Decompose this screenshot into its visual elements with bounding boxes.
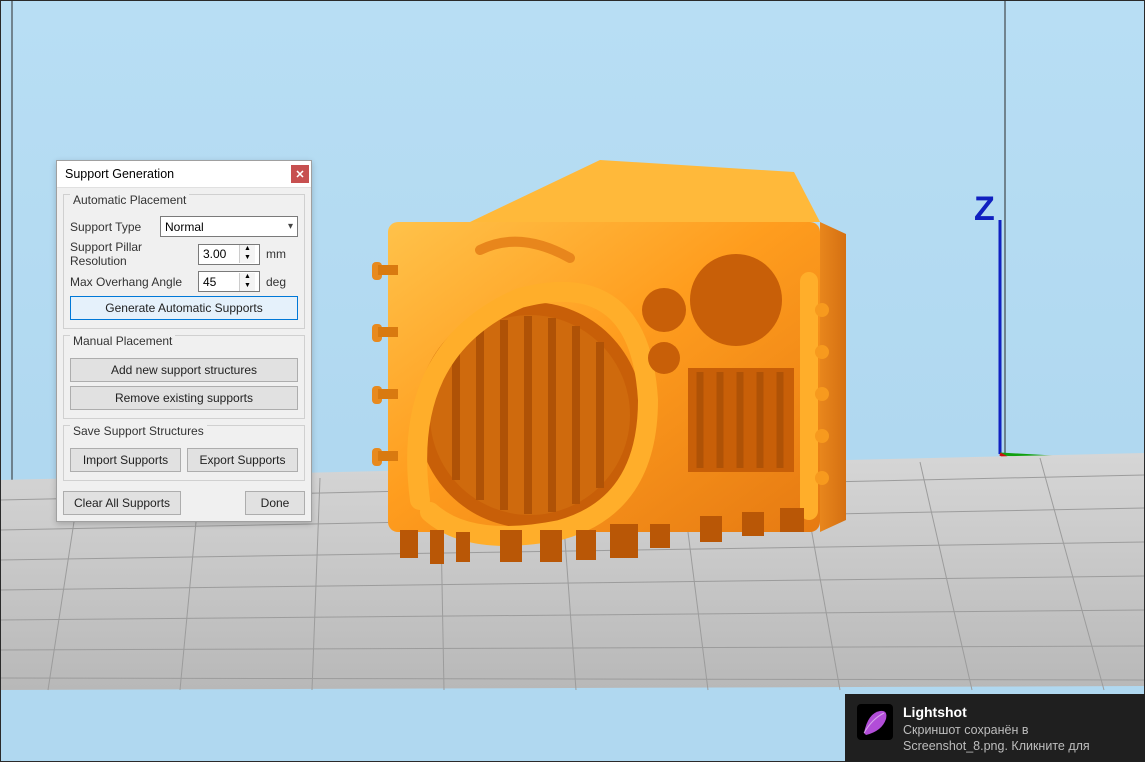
lightshot-icon [857, 704, 893, 740]
manual-placement-group: Manual Placement Add new support structu… [63, 335, 305, 419]
automatic-placement-group: Automatic Placement Support Type Normal … [63, 194, 305, 329]
spin-down-icon[interactable]: ▼ [239, 254, 255, 263]
group-title-manual: Manual Placement [70, 334, 175, 348]
dialog-title: Support Generation [65, 167, 174, 181]
overhang-field[interactable] [199, 275, 239, 289]
notification-toast[interactable]: Lightshot Скриншот сохранён в Screenshot… [845, 694, 1145, 762]
done-button[interactable]: Done [245, 491, 305, 515]
spin-up-icon[interactable]: ▲ [239, 245, 255, 254]
pillar-resolution-label: Support Pillar Resolution [70, 240, 198, 268]
clear-supports-button[interactable]: Clear All Supports [63, 491, 181, 515]
dialog-titlebar[interactable]: Support Generation ✕ [57, 161, 311, 188]
support-generation-dialog[interactable]: Support Generation ✕ Automatic Placement… [56, 160, 312, 522]
axis-z-label: Z [974, 190, 995, 228]
generate-supports-button[interactable]: Generate Automatic Supports [70, 296, 298, 320]
support-type-select[interactable]: Normal [160, 216, 298, 237]
export-supports-button[interactable]: Export Supports [187, 448, 298, 472]
model-3d[interactable] [372, 160, 846, 564]
spin-down-icon[interactable]: ▼ [239, 282, 255, 291]
pillar-resolution-unit: mm [266, 247, 286, 261]
overhang-input[interactable]: ▲ ▼ [198, 271, 260, 292]
add-support-button[interactable]: Add new support structures [70, 358, 298, 382]
spin-up-icon[interactable]: ▲ [239, 273, 255, 282]
overhang-label: Max Overhang Angle [70, 275, 198, 289]
toast-title: Lightshot [903, 704, 1131, 720]
remove-support-button[interactable]: Remove existing supports [70, 386, 298, 410]
save-supports-group: Save Support Structures Import Supports … [63, 425, 305, 481]
support-type-label: Support Type [70, 220, 160, 234]
group-title-auto: Automatic Placement [70, 193, 189, 207]
close-icon[interactable]: ✕ [291, 165, 309, 183]
support-type-value: Normal [165, 220, 204, 234]
import-supports-button[interactable]: Import Supports [70, 448, 181, 472]
overhang-unit: deg [266, 275, 286, 289]
pillar-resolution-field[interactable] [199, 247, 239, 261]
toast-body: Скриншот сохранён в Screenshot_8.png. Кл… [903, 722, 1131, 755]
pillar-resolution-input[interactable]: ▲ ▼ [198, 244, 260, 265]
group-title-save: Save Support Structures [70, 424, 207, 438]
